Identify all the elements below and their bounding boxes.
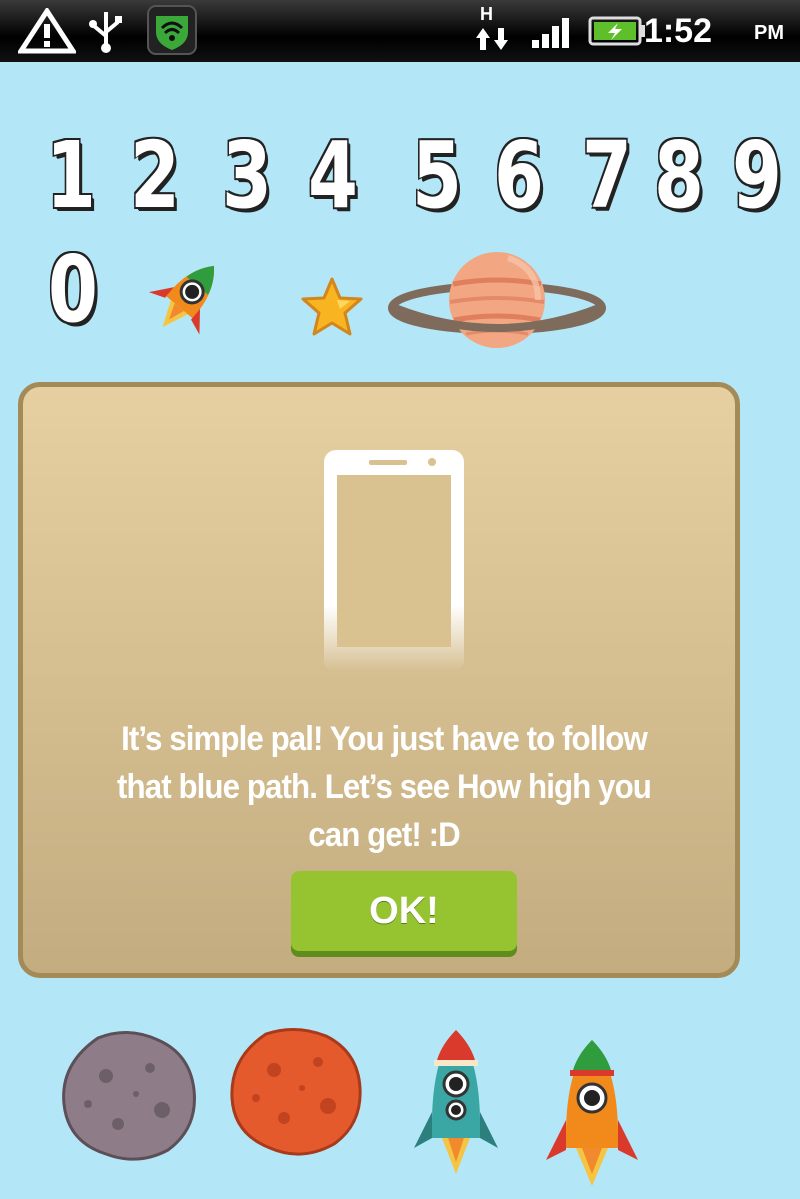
digit-8: 8 [654,122,704,229]
rocket-small-icon [148,265,215,335]
teal-rocket-icon [414,1030,498,1174]
ok-button[interactable]: OK! [291,871,517,951]
digit-2: 2 [130,122,180,229]
signal-icon [532,18,569,48]
clock-time: 1:52 [643,12,712,50]
status-bar: H 1:52 PM [0,0,800,62]
data-arrows-icon [476,28,508,50]
network-type-label: H [480,4,493,24]
digit-9: 9 [732,122,782,229]
dialog-message: It’s simple pal! You just have to follow… [117,720,652,854]
digit-3: 3 [222,122,272,229]
digit-5: 5 [412,122,462,229]
warning-icon [18,8,76,54]
digit-4: 4 [308,122,358,229]
gray-asteroid-icon [62,1031,196,1161]
star-icon [301,277,363,336]
digit-1: 1 [46,122,96,229]
phone-icon [324,450,464,672]
digit-6: 6 [494,122,544,229]
lookout-shield-icon [147,5,197,55]
orange-rocket-icon [546,1040,638,1186]
usb-icon [89,12,122,53]
digit-0: 0 [48,236,98,343]
clock-ampm: PM [754,22,784,44]
digit-7: 7 [582,122,632,229]
instruction-dialog: It’s simple pal! You just have to follow… [18,382,740,978]
ringed-planet-icon [388,252,606,348]
red-asteroid-icon [230,1028,362,1156]
battery-charging-icon [588,16,645,46]
